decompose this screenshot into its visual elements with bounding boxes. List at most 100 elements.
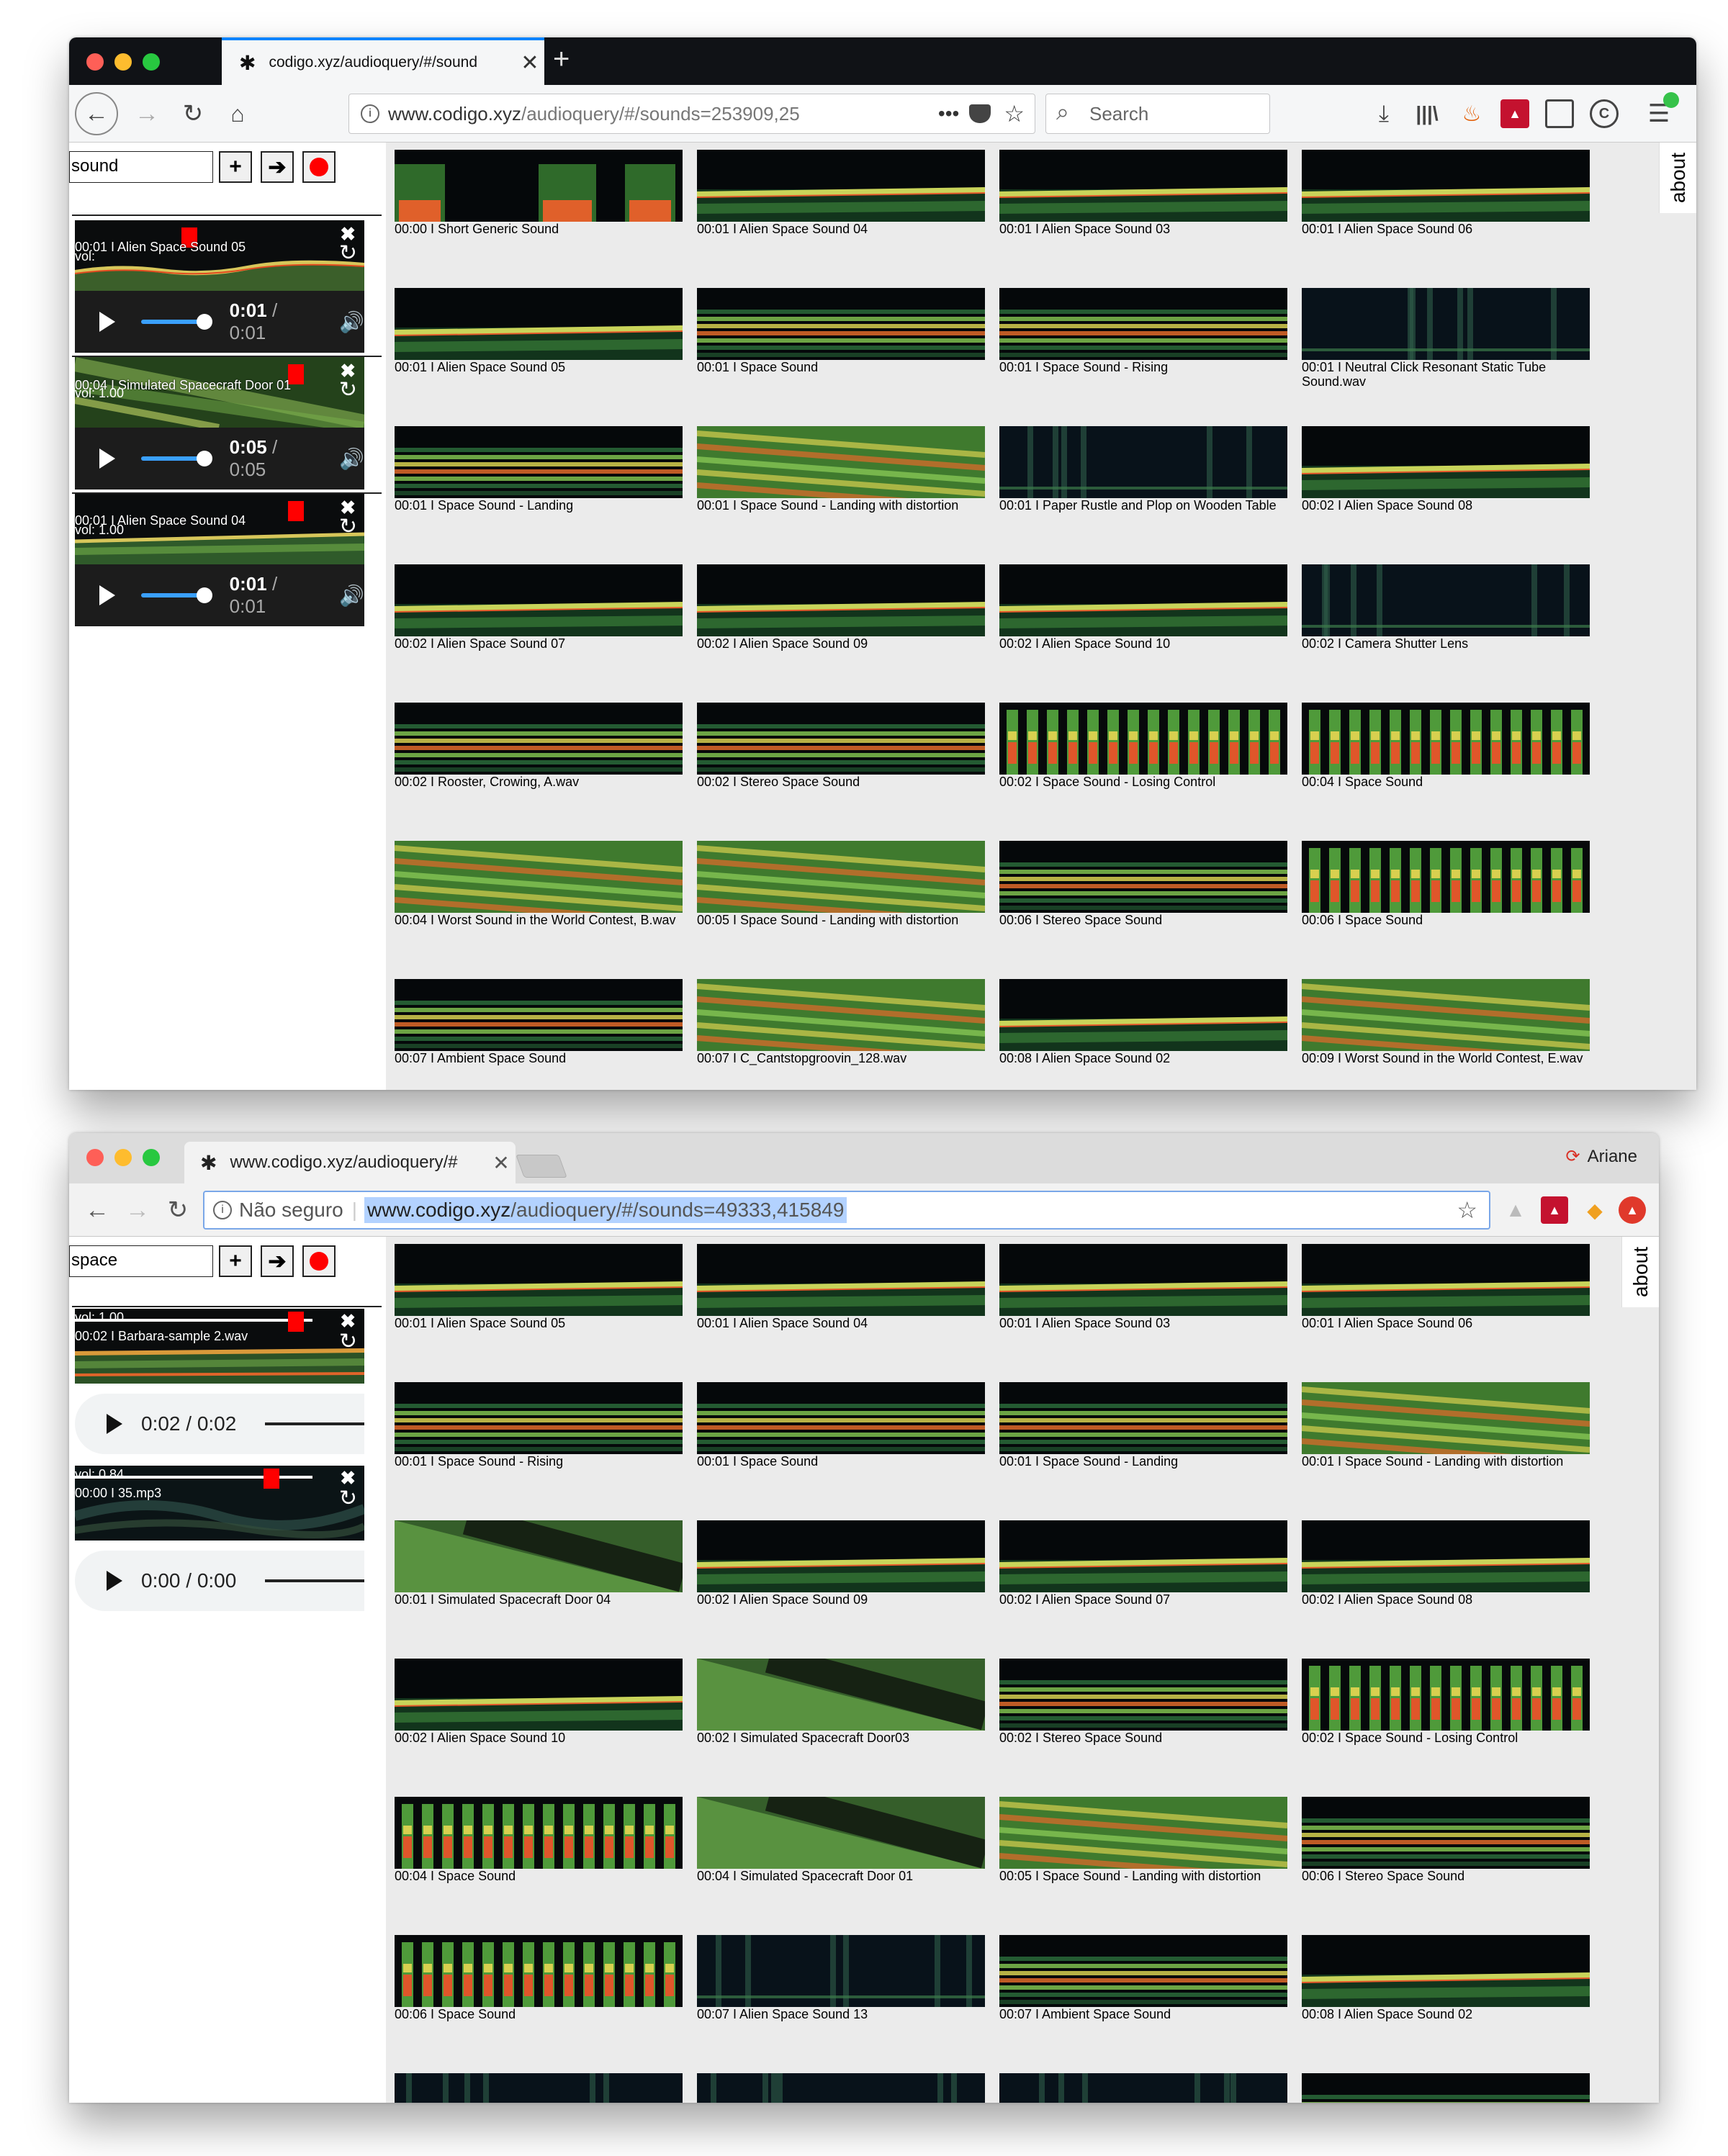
sound-tile[interactable]: 00:01 I Alien Space Sound 06	[1302, 150, 1590, 236]
spectrogram-thumbnail[interactable]	[999, 1659, 1287, 1731]
spectrogram-thumbnail[interactable]	[395, 841, 683, 913]
spectrogram-thumbnail[interactable]	[1302, 1659, 1590, 1731]
sound-tile[interactable]: 00:02 I Alien Space Sound 07	[395, 564, 683, 651]
spectrogram-thumbnail[interactable]	[999, 1382, 1287, 1454]
extension-red-icon[interactable]: ▲	[1500, 99, 1529, 128]
spectrogram-thumbnail[interactable]	[999, 979, 1287, 1051]
sound-tile[interactable]: 00:01 I Space Sound	[697, 288, 985, 374]
sound-tile[interactable]: 00:01 I Simulated Spacecraft Door 04	[395, 1520, 683, 1607]
volume-knob[interactable]	[288, 1312, 304, 1332]
play-icon[interactable]	[99, 585, 115, 605]
reload-button[interactable]: ↻	[158, 1191, 197, 1230]
spectrogram-thumbnail[interactable]	[999, 150, 1287, 222]
zoom-window-button[interactable]	[143, 53, 160, 71]
drive-extension-icon[interactable]: ▲	[1499, 1194, 1532, 1227]
spectrogram-thumbnail[interactable]	[1302, 1382, 1590, 1454]
speaker-icon[interactable]: 🔊	[339, 310, 364, 334]
sound-tile[interactable]: 00:06 I Stereo Space Sound	[999, 841, 1287, 927]
spectrogram-thumbnail[interactable]	[1302, 1520, 1590, 1592]
spectrogram-thumbnail[interactable]	[1302, 150, 1590, 222]
spectrogram-thumbnail[interactable]	[999, 1797, 1287, 1869]
sound-tile[interactable]: 00:08 I Alien Space Sound 02	[999, 979, 1287, 1065]
sound-tile[interactable]: 00:04 I Simulated Spacecraft Door 01	[697, 1797, 985, 1883]
sound-tile[interactable]: 00:02 I Stereo Space Sound	[999, 1659, 1287, 1745]
about-tab[interactable]: about	[1659, 143, 1696, 213]
sound-tile[interactable]: 00:01 I Space Sound - Landing with disto…	[697, 426, 985, 513]
speaker-icon[interactable]: 🔊	[339, 584, 364, 608]
spectrogram-thumbnail[interactable]	[1302, 1935, 1590, 2007]
go-arrow-button[interactable]: ➔	[261, 151, 294, 183]
back-button[interactable]: ←	[78, 1191, 117, 1230]
url-bar[interactable]: i www.codigo.xyz/audioquery/#/sounds=253…	[348, 94, 1035, 134]
sound-tile[interactable]: 00:09 I Worst Sound in the World Contest…	[1302, 979, 1590, 1065]
profile-button[interactable]: ⟳ Ariane	[1566, 1146, 1637, 1167]
library-icon[interactable]: |||\	[1410, 96, 1444, 131]
sound-tile[interactable]: 00:04 I Space Sound	[1302, 703, 1590, 789]
loop-icon[interactable]: ↻	[339, 240, 357, 266]
sound-tile[interactable]: 00:07 I Ambient Space Sound	[999, 1935, 1287, 2021]
sound-tile[interactable]: 00:01 I Paper Rustle and Plop on Wooden …	[999, 426, 1287, 513]
query-input[interactable]: sound	[69, 151, 213, 183]
play-icon[interactable]	[107, 1571, 122, 1591]
sound-tile[interactable]: 00:05 I Space Sound - Landing with disto…	[697, 841, 985, 927]
volume-knob[interactable]	[288, 501, 304, 521]
new-tab-button[interactable]: +	[553, 43, 570, 76]
spectrogram-thumbnail[interactable]	[395, 1244, 683, 1316]
sound-tile[interactable]: 00:01 I Alien Space Sound 06	[1302, 1244, 1590, 1330]
sound-tile[interactable]: 00:02 I Space Sound - Losing Control	[999, 703, 1287, 789]
query-input[interactable]: space	[69, 1245, 213, 1277]
pocket-icon[interactable]	[969, 104, 991, 123]
spectrogram-thumbnail[interactable]	[999, 1244, 1287, 1316]
progress-bar[interactable]	[265, 1579, 364, 1582]
sound-tile[interactable]: 00:01 I Alien Space Sound 04	[697, 1244, 985, 1330]
spectrogram-thumbnail[interactable]	[395, 426, 683, 498]
add-button[interactable]: +	[219, 151, 252, 183]
spectrogram-thumbnail[interactable]	[1302, 703, 1590, 775]
new-tab-button[interactable]	[516, 1155, 567, 1178]
spectrogram-thumbnail[interactable]	[697, 1244, 985, 1316]
spectrogram-thumbnail[interactable]	[999, 2073, 1287, 2103]
add-button[interactable]: +	[219, 1245, 252, 1277]
home-button[interactable]: ⌂	[217, 94, 258, 134]
close-tab-icon[interactable]: ✕	[516, 50, 544, 76]
sound-tile[interactable]	[395, 2073, 683, 2103]
spectrogram-thumbnail[interactable]	[697, 1659, 985, 1731]
volume-slider[interactable]	[141, 314, 212, 330]
spectrogram-thumbnail[interactable]	[697, 979, 985, 1051]
spectrogram-thumbnail[interactable]	[395, 1935, 683, 2007]
bookmark-star-icon[interactable]: ☆	[1457, 1196, 1477, 1224]
loop-icon[interactable]: ↻	[339, 1486, 357, 1511]
sound-tile[interactable]	[1302, 2073, 1590, 2103]
sound-tile[interactable]: 00:02 I Alien Space Sound 08	[1302, 1520, 1590, 1607]
spectrogram-thumbnail[interactable]	[395, 150, 683, 222]
spectrogram-thumbnail[interactable]	[697, 288, 985, 360]
sound-tile[interactable]: 00:01 I Alien Space Sound 04	[697, 150, 985, 236]
sound-tile[interactable]: 00:01 I Space Sound	[697, 1382, 985, 1469]
spectrogram-thumbnail[interactable]	[395, 703, 683, 775]
sound-tile[interactable]: 00:01 I Space Sound - Landing	[395, 426, 683, 513]
spectrogram-thumbnail[interactable]	[999, 1935, 1287, 2007]
sound-tile[interactable]: 00:02 I Alien Space Sound 10	[395, 1659, 683, 1745]
spectrogram-thumbnail[interactable]	[1302, 288, 1590, 360]
sound-tile[interactable]: 00:02 I Camera Shutter Lens	[1302, 564, 1590, 651]
sound-tile[interactable]: 00:01 I Space Sound - Rising	[999, 288, 1287, 374]
close-window-button[interactable]	[86, 1149, 104, 1166]
spectrogram-thumbnail[interactable]	[395, 564, 683, 636]
spectrogram-thumbnail[interactable]	[1302, 426, 1590, 498]
close-window-button[interactable]	[86, 53, 104, 71]
bookmark-star-icon[interactable]: ☆	[1004, 100, 1025, 127]
sound-tile[interactable]	[697, 2073, 985, 2103]
downloads-icon[interactable]: ⤓	[1367, 96, 1401, 131]
spectrogram-thumbnail[interactable]	[395, 1520, 683, 1592]
go-arrow-button[interactable]: ➔	[261, 1245, 294, 1277]
sound-tile[interactable]: 00:02 I Rooster, Crowing, A.wav	[395, 703, 683, 789]
sound-tile[interactable]: 00:02 I Stereo Space Sound	[697, 703, 985, 789]
close-tab-icon[interactable]: ✕	[487, 1151, 516, 1175]
speaker-icon[interactable]: 🔊	[339, 447, 364, 471]
spectrogram-thumbnail[interactable]	[395, 979, 683, 1051]
spectrogram-thumbnail[interactable]	[697, 1520, 985, 1592]
sound-tile[interactable]: 00:01 I Space Sound - Rising	[395, 1382, 683, 1469]
sound-tile[interactable]: 00:07 I C_Cantstopgroovin_128.wav	[697, 979, 985, 1065]
spectrogram-thumbnail[interactable]	[999, 703, 1287, 775]
info-icon[interactable]: i	[361, 104, 379, 123]
